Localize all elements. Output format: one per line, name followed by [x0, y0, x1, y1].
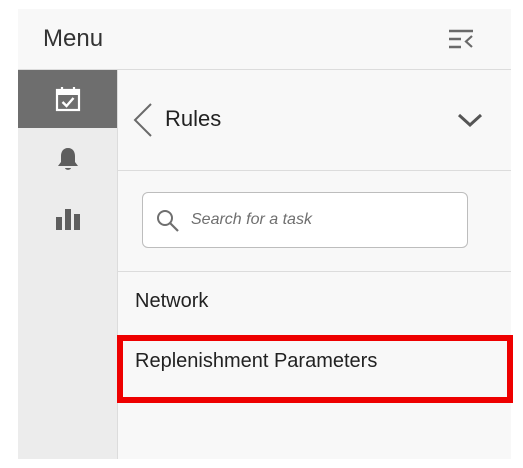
search-icon: [157, 210, 179, 232]
list-item-label: Replenishment Parameters: [135, 350, 378, 372]
menu-title: Menu: [43, 25, 104, 52]
chevron-left-icon: [133, 103, 152, 137]
collapse-menu-button[interactable]: [446, 26, 476, 52]
search-box[interactable]: [142, 192, 468, 248]
collapse-menu-icon: [449, 29, 473, 49]
chevron-down-icon: [457, 113, 483, 128]
list-item-network[interactable]: Network: [118, 272, 511, 332]
rail-item-notifications[interactable]: [18, 130, 117, 188]
menu-header: Menu: [18, 9, 511, 70]
calendar-check-icon: [55, 87, 80, 112]
list-item-label: Network: [135, 290, 209, 312]
rail-item-tasks[interactable]: [18, 70, 117, 128]
expand-button[interactable]: [455, 108, 485, 132]
search-area: [118, 171, 511, 272]
rail-item-analytics[interactable]: [18, 190, 117, 248]
content-pane: Rules Network Replenishment Paramet: [118, 70, 511, 459]
rules-bar: Rules: [118, 70, 511, 171]
icon-rail: [18, 70, 118, 459]
search-input[interactable]: [191, 201, 456, 239]
rules-title: Rules: [165, 106, 222, 131]
back-button[interactable]: [132, 102, 154, 138]
bell-icon: [57, 148, 78, 170]
menu-panel: Menu Rules Search for a task Network Rep…: [18, 9, 511, 459]
bar-chart-icon: [55, 209, 80, 230]
list-item-replenishment-parameters[interactable]: Replenishment Parameters: [118, 332, 511, 392]
